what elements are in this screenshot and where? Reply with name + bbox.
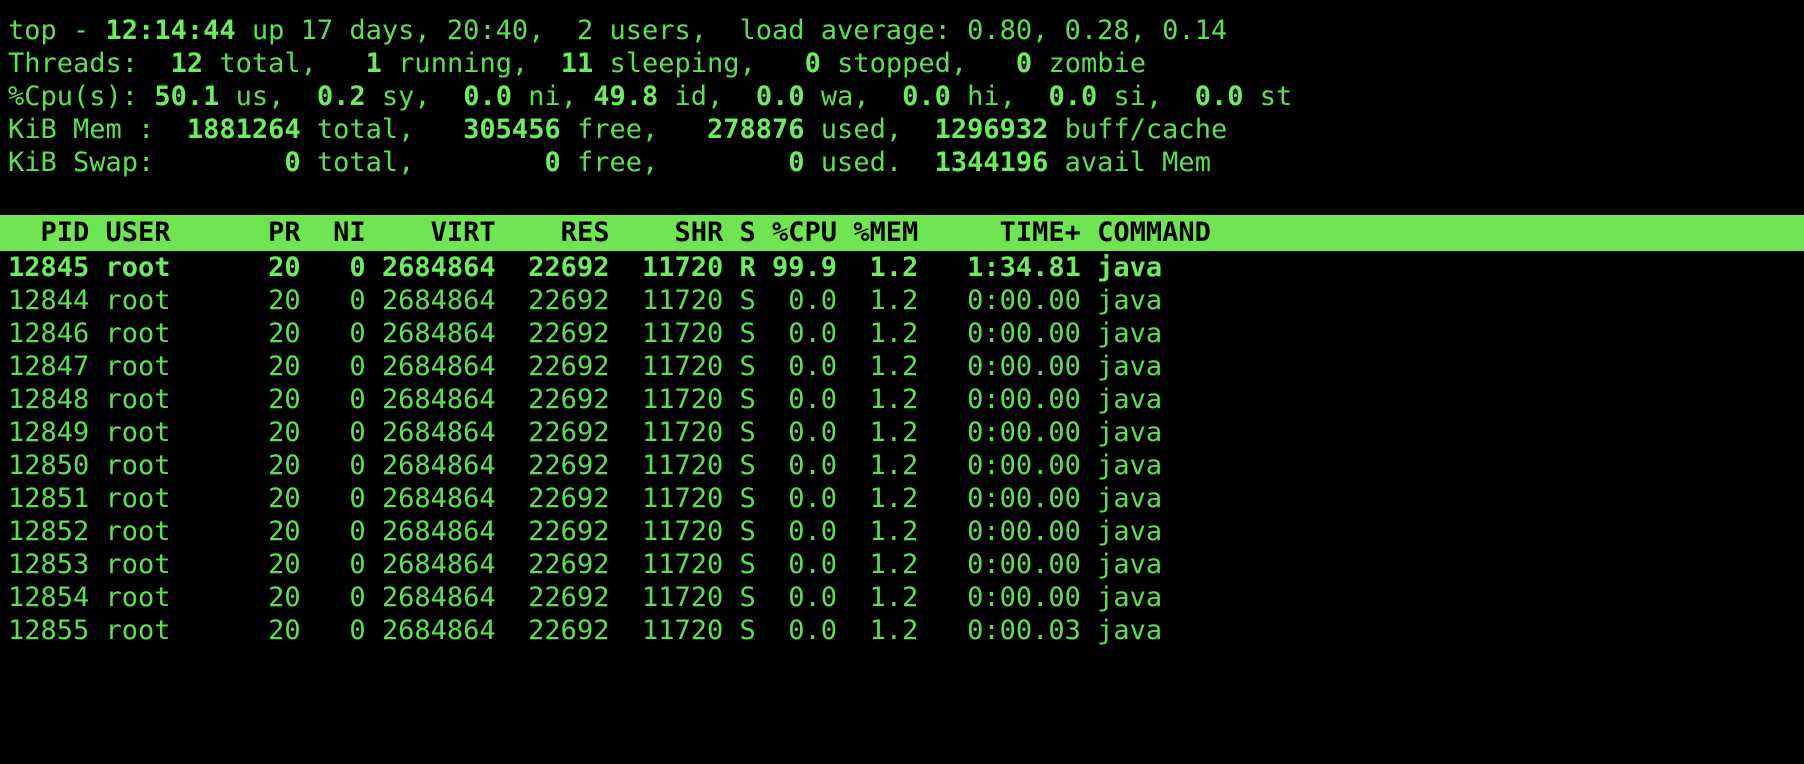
cpu-id-value: 49.8 [593,81,659,112]
cpu-id-label: id, [658,81,740,112]
cpu-label: %Cpu(s): [8,81,155,112]
mem-free-value: 305456 [430,114,561,145]
cpu-ni-label: ni, [511,81,594,112]
threads-line: Threads: 12 total, 1 running, 11 sleepin… [8,47,1804,80]
mem-total-label: total, [300,114,431,145]
mem-label: KiB Mem : [8,114,171,145]
threads-label: Threads: [8,48,155,79]
swap-label: KiB Swap: [8,147,171,178]
cpu-hi-label: hi, [950,81,1033,112]
cpu-line: %Cpu(s): 50.1 us, 0.2 sy, 0.0 ni, 49.8 i… [8,80,1804,113]
cpu-us-value: 50.1 [154,81,220,112]
process-row[interactable]: 12853 root 20 0 2684864 22692 11720 S 0.… [8,548,1804,581]
process-table-body: 12845 root 20 0 2684864 22692 11720 R 99… [0,251,1804,647]
process-row[interactable]: 12847 root 20 0 2684864 22692 11720 S 0.… [8,350,1804,383]
process-row[interactable]: 12844 root 20 0 2684864 22692 11720 S 0.… [8,284,1804,317]
uptime-rest: up 17 days, 20:40, 2 users, load average… [235,15,1228,46]
cpu-si-label: si, [1097,81,1179,112]
threads-zombie-label: zombie [1032,48,1146,79]
process-row[interactable]: 12850 root 20 0 2684864 22692 11720 S 0.… [8,449,1804,482]
uptime-time: 12:14:44 [105,15,236,46]
swap-free-label: free, [560,147,675,178]
process-row[interactable]: 12845 root 20 0 2684864 22692 11720 R 99… [8,251,1804,284]
process-row[interactable]: 12852 root 20 0 2684864 22692 11720 S 0.… [8,515,1804,548]
threads-sleeping-label: sleeping, [593,48,773,79]
mem-buffcache-label: buff/cache [1048,114,1228,145]
memory-line: KiB Mem : 1881264 total, 305456 free, 27… [8,113,1804,146]
cpu-st-label: st [1243,81,1293,112]
mem-total-value: 1881264 [170,114,301,145]
threads-stopped-value: 0 [772,48,821,79]
swap-avail-value: 1344196 [918,147,1049,178]
uptime-line: top - 12:14:44 up 17 days, 20:40, 2 user… [8,14,1804,47]
uptime-label: top - [8,15,106,46]
threads-zombie-value: 0 [983,48,1033,79]
process-row[interactable]: 12854 root 20 0 2684864 22692 11720 S 0.… [8,581,1804,614]
cpu-hi-value: 0.0 [885,81,951,112]
mem-used-label: used, [804,114,919,145]
process-table-header[interactable]: PID USER PR NI VIRT RES SHR S %CPU %MEM … [0,215,1804,251]
swap-total-value: 0 [170,147,301,178]
mem-buffcache-value: 1296932 [918,114,1049,145]
threads-running-value: 1 [333,48,382,79]
cpu-sy-value: 0.2 [300,81,366,112]
threads-running-label: running, [381,48,545,79]
process-row[interactable]: 12855 root 20 0 2684864 22692 11720 S 0.… [8,614,1804,647]
process-row[interactable]: 12846 root 20 0 2684864 22692 11720 S 0.… [8,317,1804,350]
swap-line: KiB Swap: 0 total, 0 free, 0 used. 13441… [8,146,1804,179]
threads-stopped-label: stopped, [820,48,984,79]
swap-total-label: total, [300,147,431,178]
terminal-window[interactable]: top - 12:14:44 up 17 days, 20:40, 2 user… [0,0,1804,764]
process-row[interactable]: 12848 root 20 0 2684864 22692 11720 S 0.… [8,383,1804,416]
cpu-wa-value: 0.0 [739,81,805,112]
threads-sleeping-value: 11 [544,48,594,79]
top-summary-area: top - 12:14:44 up 17 days, 20:40, 2 user… [0,0,1804,179]
cpu-wa-label: wa, [804,81,886,112]
cpu-sy-label: sy, [365,81,447,112]
process-row[interactable]: 12851 root 20 0 2684864 22692 11720 S 0.… [8,482,1804,515]
cpu-ni-value: 0.0 [446,81,512,112]
cpu-st-value: 0.0 [1178,81,1244,112]
mem-free-label: free, [560,114,675,145]
swap-used-value: 0 [674,147,805,178]
swap-free-value: 0 [430,147,561,178]
threads-total-label: total, [203,48,334,79]
swap-avail-label: avail Mem [1048,147,1211,178]
cpu-si-value: 0.0 [1032,81,1098,112]
cpu-us-label: us, [219,81,301,112]
swap-used-label: used. [804,147,919,178]
threads-total-value: 12 [154,48,204,79]
process-row[interactable]: 12849 root 20 0 2684864 22692 11720 S 0.… [8,416,1804,449]
mem-used-value: 278876 [674,114,805,145]
